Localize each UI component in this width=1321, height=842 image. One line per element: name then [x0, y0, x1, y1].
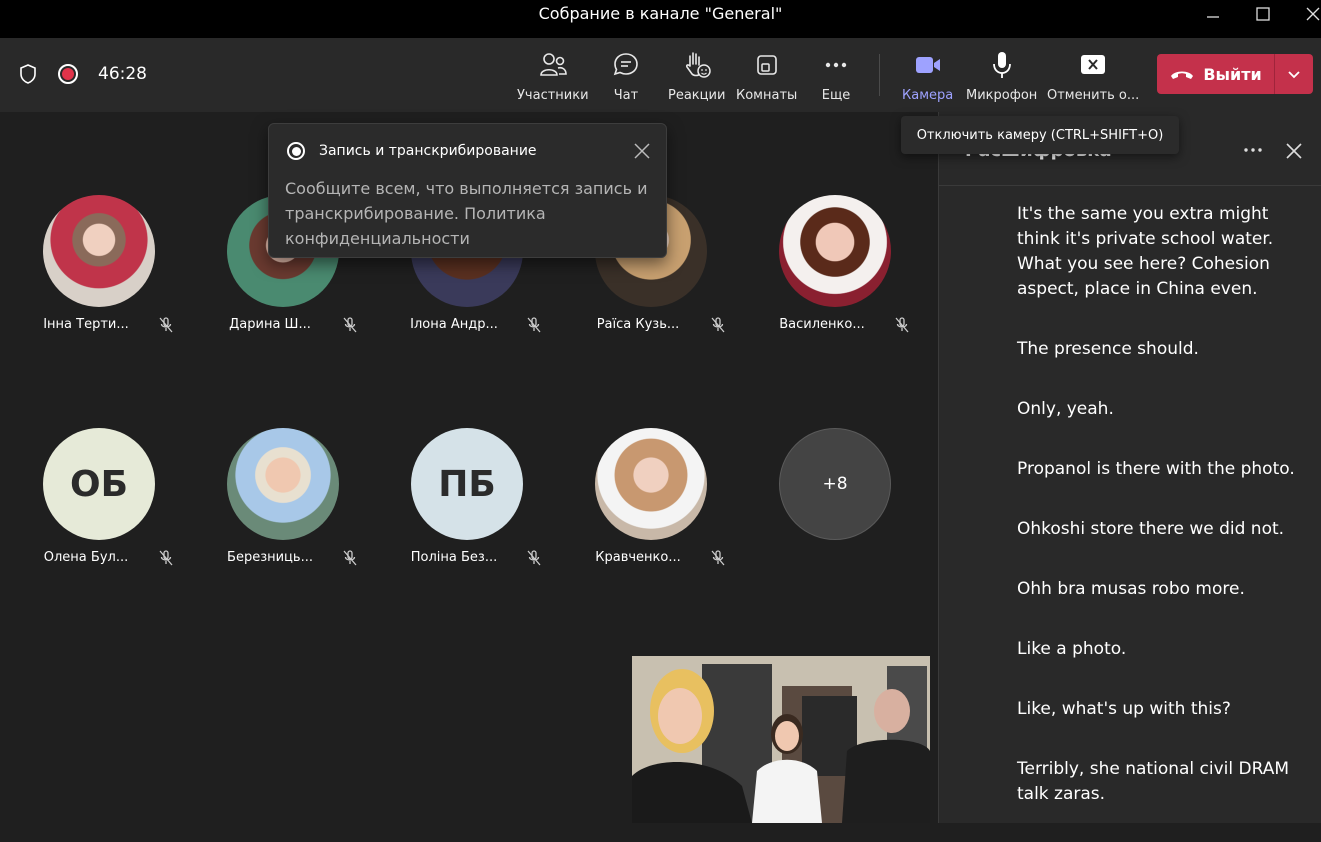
- participant-name: Поліна Без...: [410, 550, 498, 565]
- avatar: ПБ: [411, 428, 523, 540]
- meeting-timer: 46:28: [98, 64, 147, 84]
- mic-off-icon: [711, 550, 725, 566]
- microphone-button[interactable]: Микрофон: [966, 50, 1037, 106]
- participant-name: Олена Бул...: [43, 550, 129, 565]
- leave-button-group: Выйти: [1157, 54, 1313, 94]
- transcript-entry: Like a photo.: [1017, 639, 1127, 659]
- leave-options-button[interactable]: [1275, 54, 1313, 94]
- participant-tile[interactable]: Кравченко...: [568, 428, 748, 578]
- avatar: [779, 195, 891, 307]
- mic-off-icon: [159, 550, 173, 566]
- panel-divider: [939, 185, 1321, 186]
- mic-off-icon: [527, 550, 541, 566]
- maximize-icon[interactable]: [1243, 0, 1283, 28]
- transcript-entry: Propanol is there with the photo.: [1017, 459, 1295, 479]
- camera-tooltip: Отключить камеру (CTRL+SHIFT+O): [901, 116, 1179, 154]
- camera-button[interactable]: Камера: [902, 50, 953, 106]
- recording-icon: [58, 64, 78, 84]
- more-label: Еще: [821, 88, 851, 103]
- participant-name: Березниць...: [227, 550, 313, 565]
- title-bar: Собрание в канале "General": [0, 0, 1321, 38]
- recording-indicator-icon: [287, 142, 305, 160]
- transcript-entry: It's the same you extra might think it's…: [1017, 204, 1274, 299]
- avatar: [595, 428, 707, 540]
- transcript-entry: The presence should.: [1017, 339, 1199, 359]
- participants-button[interactable]: Участники: [517, 50, 589, 106]
- microphone-icon: [987, 50, 1017, 80]
- mic-off-icon: [343, 317, 357, 333]
- close-popup-icon[interactable]: [631, 140, 653, 162]
- participant-tile[interactable]: Інна Терти...: [16, 195, 196, 345]
- participant-name: Раїса Кузь...: [596, 317, 680, 332]
- overflow-count: +8: [779, 428, 891, 540]
- popup-body: Сообщите всем, что выполняется запись и …: [285, 179, 648, 248]
- avatar: ОБ: [43, 428, 155, 540]
- recording-notice-popup: Запись и транскрибирование Сообщите всем…: [268, 123, 667, 258]
- transcript-entry: Terribly, she national civil DRAM talk z…: [1017, 759, 1290, 804]
- meeting-toolbar: 46:28 Участники Чат Реакции Комнаты Еще: [0, 38, 1321, 112]
- mic-off-icon: [527, 317, 541, 333]
- mic-off-icon: [343, 550, 357, 566]
- avatar: [227, 428, 339, 540]
- transcript-list: It's the same you extra might think it's…: [1017, 202, 1307, 842]
- mic-off-icon: [159, 317, 173, 333]
- rooms-button[interactable]: Комнаты: [736, 50, 797, 106]
- participant-name: Інна Терти...: [43, 317, 129, 332]
- participants-label: Участники: [517, 88, 589, 103]
- video-camera-icon: [913, 50, 943, 80]
- participant-tile[interactable]: Василенко...: [752, 195, 932, 345]
- raise-hand-icon: [682, 50, 712, 80]
- leave-label: Выйти: [1203, 64, 1262, 84]
- transcript-entry: Ohkoshi store there we did not.: [1017, 519, 1285, 539]
- participant-tile[interactable]: ПБ Поліна Без...: [384, 428, 564, 578]
- people-icon: [538, 50, 568, 80]
- more-options-icon[interactable]: [1241, 140, 1265, 160]
- mic-off-icon: [711, 317, 725, 333]
- popup-title: Запись и транскрибирование: [319, 143, 537, 159]
- participant-name: Дарина Ш...: [229, 317, 311, 332]
- transcript-entry: Like, what's up with this?: [1017, 699, 1231, 719]
- participant-name: Василенко...: [779, 317, 865, 332]
- chevron-down-icon: [1288, 71, 1300, 79]
- mic-off-icon: [895, 317, 909, 333]
- stop-share-icon: [1078, 50, 1108, 80]
- microphone-label: Микрофон: [966, 88, 1038, 103]
- leave-button[interactable]: Выйти: [1157, 54, 1275, 94]
- transcript-entry: Ohh bra musas robo more.: [1017, 579, 1245, 599]
- participant-name: Кравченко...: [595, 550, 681, 565]
- transcript-panel: Расшифровка It's the same you extra migh…: [938, 112, 1321, 823]
- reactions-button[interactable]: Реакции: [668, 50, 725, 106]
- chat-icon: [611, 50, 641, 80]
- minimize-icon[interactable]: [1193, 0, 1233, 28]
- chat-button[interactable]: Чат: [611, 50, 641, 106]
- close-window-icon[interactable]: [1293, 0, 1321, 28]
- chat-label: Чат: [613, 88, 639, 103]
- more-button[interactable]: Еще: [821, 50, 851, 106]
- participant-name: Ілона Андр...: [410, 317, 498, 332]
- rooms-icon: [752, 50, 782, 80]
- hang-up-icon: [1171, 71, 1194, 79]
- close-panel-icon[interactable]: [1283, 140, 1305, 162]
- camera-label: Камера: [902, 88, 954, 103]
- shield-icon[interactable]: [18, 63, 38, 85]
- participant-tile[interactable]: Березниць...: [200, 428, 380, 578]
- stop-sharing-button[interactable]: Отменить о...: [1047, 50, 1139, 106]
- participant-tile[interactable]: ОБ Олена Бул...: [16, 428, 196, 578]
- avatar: [43, 195, 155, 307]
- transcript-entry: Only, yeah.: [1017, 399, 1114, 419]
- self-video-preview[interactable]: [632, 656, 930, 823]
- toolbar-divider: [879, 54, 880, 96]
- stop-sharing-label: Отменить о...: [1047, 88, 1140, 103]
- reactions-label: Реакции: [668, 88, 726, 103]
- window-title: Собрание в канале "General": [538, 4, 783, 23]
- rooms-label: Комнаты: [736, 88, 798, 103]
- more-icon: [821, 50, 851, 80]
- more-participants-tile[interactable]: +8: [752, 428, 932, 578]
